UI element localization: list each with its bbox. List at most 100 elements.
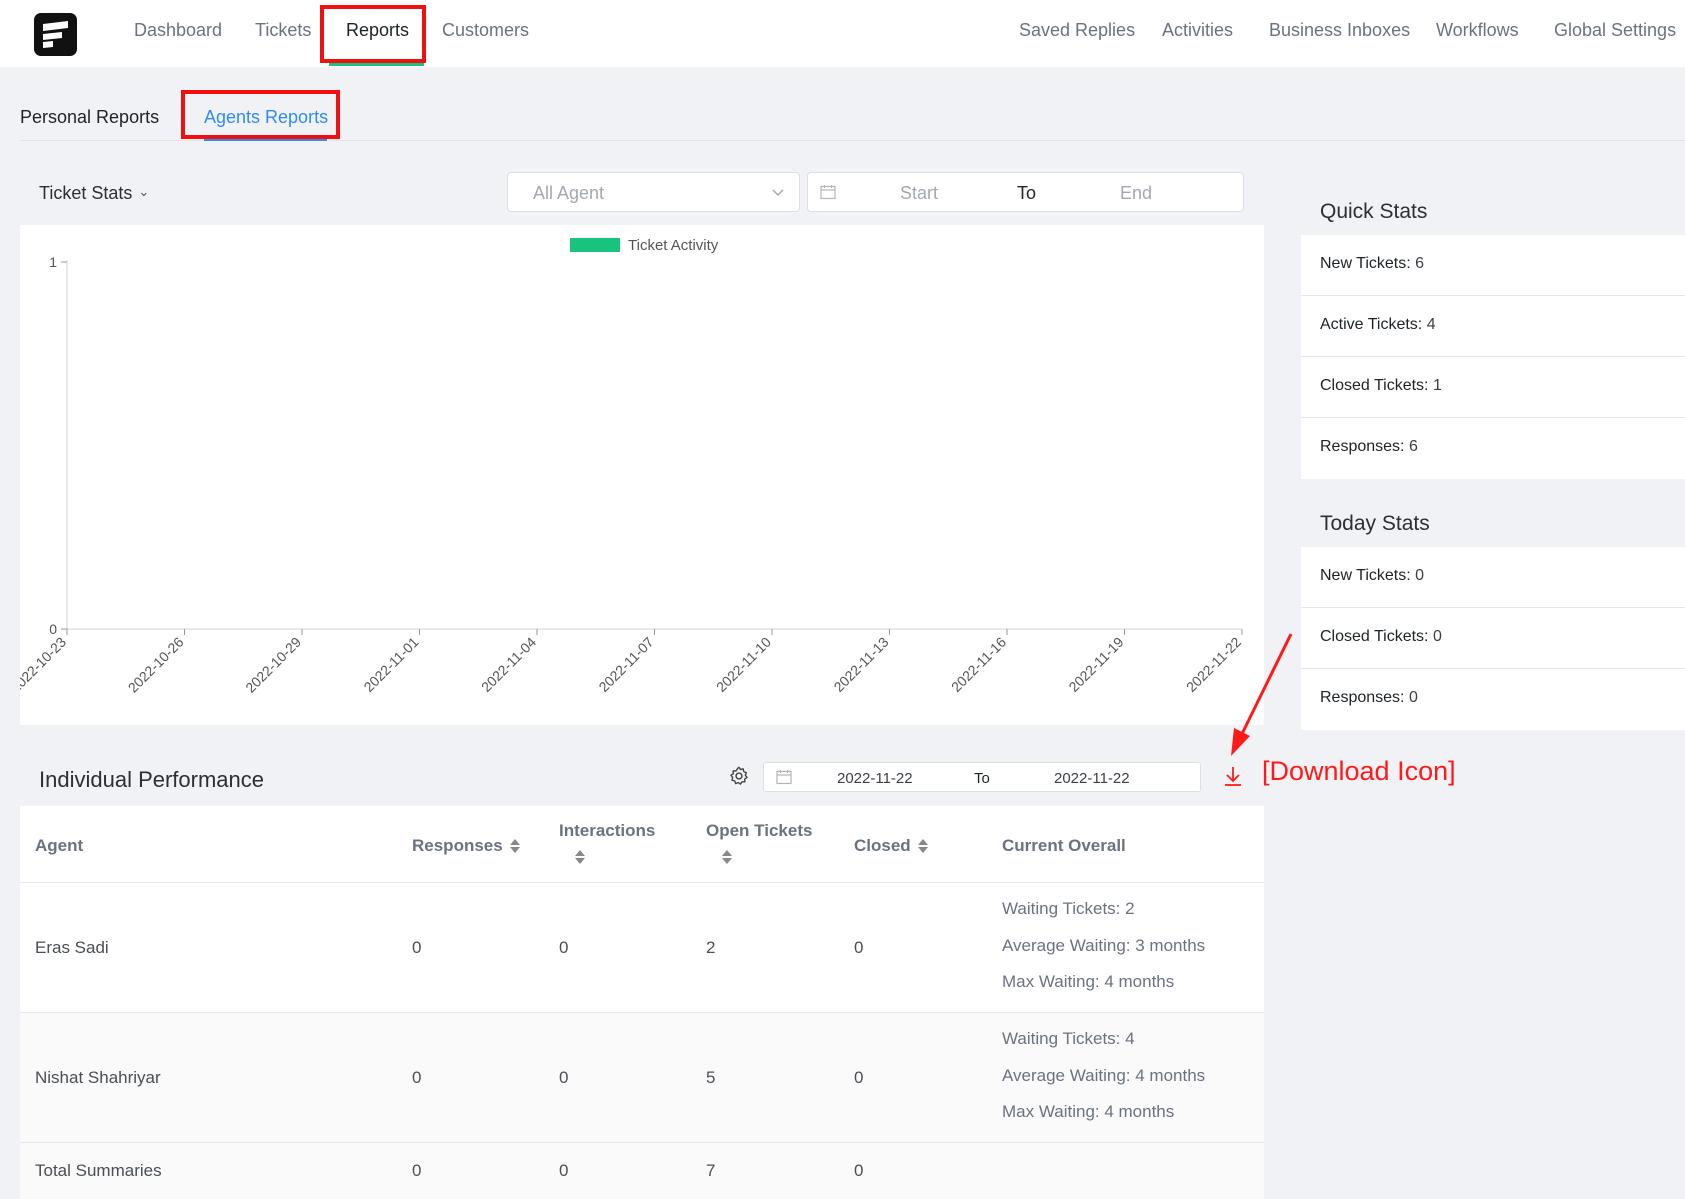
chevron-down-icon [772, 189, 784, 197]
today-stats-title: Today Stats [1320, 512, 1430, 535]
ticket-stats-dropdown[interactable]: Ticket Stats ⌄ [39, 183, 149, 204]
total-label: Total Summaries [35, 1161, 162, 1180]
table-row: Eras Sadi 0 0 2 0 Waiting Tickets: 2 Ave… [20, 882, 1264, 1012]
col-closed[interactable]: Closed [854, 836, 929, 856]
stat-row: Active Tickets: 4 [1301, 296, 1685, 357]
responses-value: 0 [412, 1068, 422, 1087]
stat-row: New Tickets: 6 [1301, 235, 1685, 296]
agent-select-placeholder: All Agent [533, 183, 605, 203]
x-tick-label: 2022-10-23 [20, 634, 69, 696]
x-tick-label: 2022-11-01 [360, 634, 421, 695]
stat-label: New Tickets: 6 [1320, 255, 1425, 272]
stat-row: Closed Tickets: 0 [1301, 608, 1685, 669]
stat-label: Active Tickets: 4 [1320, 316, 1436, 333]
col-interactions[interactable]: Interactions [559, 821, 655, 841]
x-tick-label: 2022-10-26 [125, 634, 187, 696]
interactions-value: 0 [559, 938, 569, 957]
quick-stats-card: New Tickets: 6 Active Tickets: 4 Closed … [1301, 235, 1685, 479]
table-row-total: Total Summaries 0 0 7 0 [20, 1142, 1264, 1199]
nav-customers[interactable]: Customers [442, 20, 529, 41]
nav-workflows[interactable]: Workflows [1436, 20, 1519, 41]
x-tick-label: 2022-11-10 [713, 634, 774, 695]
responses-value: 0 [412, 938, 422, 957]
top-navigation: Dashboard Tickets Reports Customers Save… [0, 0, 1685, 67]
x-tick-label: 2022-11-13 [830, 634, 891, 695]
stat-row: Responses: 0 [1301, 669, 1685, 730]
end-date-input[interactable]: End [1120, 183, 1152, 204]
today-stats-card: New Tickets: 0 Closed Tickets: 0 Respons… [1301, 547, 1685, 730]
col-current-overall: Current Overall [1002, 836, 1126, 855]
range-separator: To [974, 770, 990, 787]
interactions-total: 0 [559, 1161, 569, 1180]
x-tick-label: 2022-11-19 [1065, 634, 1126, 695]
overall-line: Average Waiting: 3 months [1002, 936, 1206, 955]
nav-saved-replies[interactable]: Saved Replies [1019, 20, 1135, 41]
col-agent: Agent [35, 836, 84, 855]
highlight-agents-reports-box [181, 90, 340, 139]
quick-stats-title: Quick Stats [1320, 200, 1428, 223]
logo-icon [43, 21, 68, 48]
closed-value: 0 [854, 1068, 864, 1087]
legend-swatch [570, 238, 620, 252]
agent-select[interactable]: All Agent [507, 172, 800, 212]
performance-start-date[interactable]: 2022-11-22 [837, 770, 913, 787]
stat-row: Closed Tickets: 1 [1301, 357, 1685, 418]
nav-business-inboxes[interactable]: Business Inboxes [1269, 20, 1410, 41]
overall-line: Max Waiting: 4 months [1002, 1102, 1175, 1121]
overall-line: Waiting Tickets: 2 [1002, 899, 1135, 918]
legend-label: Ticket Activity [628, 237, 719, 254]
download-icon[interactable] [1222, 764, 1244, 788]
interactions-value: 0 [559, 1068, 569, 1087]
open-tickets-value: 5 [706, 1068, 716, 1087]
performance-table: Agent Responses Interactions Open Ticket… [20, 806, 1264, 1199]
performance-end-date[interactable]: 2022-11-22 [1054, 770, 1130, 787]
overall-line: Max Waiting: 4 months [1002, 972, 1175, 991]
table-row: Nishat Shahriyar 0 0 5 0 Waiting Tickets… [20, 1012, 1264, 1142]
sort-icon[interactable] [574, 849, 586, 865]
nav-tickets[interactable]: Tickets [255, 20, 311, 41]
download-annotation: [Download Icon] [1262, 756, 1456, 786]
tab-personal-reports[interactable]: Personal Reports [20, 107, 159, 128]
overall-line: Waiting Tickets: 4 [1002, 1029, 1135, 1048]
open-tickets-value: 2 [706, 938, 716, 957]
stat-label: New Tickets: 0 [1320, 567, 1425, 584]
closed-total: 0 [854, 1161, 864, 1180]
stat-row: Responses: 6 [1301, 418, 1685, 479]
performance-title: Individual Performance [39, 767, 265, 792]
nav-global-settings[interactable]: Global Settings [1554, 20, 1676, 41]
calendar-icon [820, 185, 836, 200]
y-tick-label: 1 [49, 254, 57, 270]
overall-line: Average Waiting: 4 months [1002, 1066, 1206, 1085]
stat-label: Closed Tickets: 0 [1320, 628, 1442, 645]
calendar-icon [776, 770, 792, 785]
closed-value: 0 [854, 938, 864, 957]
col-open-tickets[interactable]: Open Tickets [706, 821, 812, 841]
col-closed-label: Closed [854, 836, 911, 855]
agent-name: Nishat Shahriyar [35, 1068, 161, 1087]
x-tick-label: 2022-11-16 [948, 634, 1009, 695]
responses-total: 0 [412, 1161, 422, 1180]
agent-name: Eras Sadi [35, 938, 109, 957]
stat-label: Closed Tickets: 1 [1320, 377, 1442, 394]
gear-icon[interactable] [728, 765, 750, 787]
ticket-stats-label: Ticket Stats [39, 183, 133, 203]
sort-icon[interactable] [917, 838, 929, 854]
range-separator: To [1017, 183, 1037, 203]
sort-icon[interactable] [721, 849, 733, 865]
date-range-picker[interactable]: Start To End [807, 172, 1244, 212]
open-tickets-total: 7 [706, 1161, 716, 1180]
chart-svg: Ticket Activity102022-10-23 2022-10-26 202… [20, 237, 1244, 696]
x-tick-label: 2022-11-07 [595, 634, 656, 695]
sort-icon[interactable] [509, 838, 521, 854]
chevron-down-icon: ⌄ [138, 184, 150, 199]
app-logo[interactable] [34, 13, 77, 56]
highlight-reports-box [320, 5, 426, 63]
stat-label: Responses: 0 [1320, 689, 1418, 706]
col-responses-label: Responses [412, 836, 503, 855]
ticket-activity-chart: Ticket Activity 1 0 2022-10-23 2022-10-26 202… [20, 225, 1264, 725]
start-date-input[interactable]: Start [900, 183, 938, 204]
performance-date-range[interactable]: 2022-11-22 To 2022-11-22 [763, 762, 1201, 792]
nav-dashboard[interactable]: Dashboard [134, 20, 222, 41]
col-responses[interactable]: Responses [412, 836, 521, 856]
nav-activities[interactable]: Activities [1162, 20, 1233, 41]
